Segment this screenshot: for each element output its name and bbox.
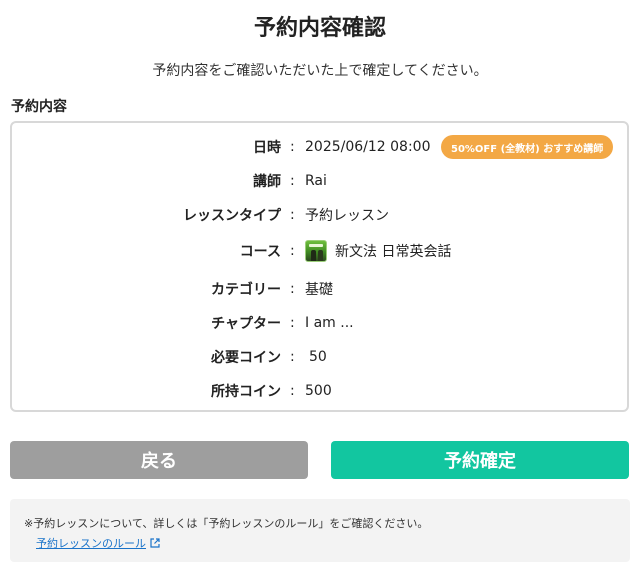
back-button[interactable]: 戻る: [10, 441, 308, 479]
owned-coins-colon: :: [290, 383, 295, 399]
lesson-type-value: 予約レッスン: [305, 208, 389, 224]
course-value-wrap: 新文法 日常英会話: [305, 240, 451, 262]
row-lesson-type: レッスンタイプ : 予約レッスン: [12, 201, 627, 229]
rules-link[interactable]: 予約レッスンのルール: [36, 535, 160, 551]
chapter-value: I am ...: [305, 315, 354, 331]
teacher-label: 講師: [253, 174, 281, 190]
row-datetime: 日時 : 2025/06/12 08:00 50%OFF (全教材) おすすめ講…: [12, 133, 627, 161]
discount-badge: 50%OFF (全教材) おすすめ講師: [441, 135, 614, 159]
row-category: カテゴリー : 基礎: [12, 275, 627, 303]
note-box: ※予約レッスンについて、詳しくは「予約レッスンのルール」をご確認ください。 予約…: [10, 499, 630, 562]
section-label: 予約内容: [11, 99, 67, 115]
row-course: コース : 新文法 日常英会話: [12, 237, 627, 265]
teacher-colon: :: [290, 173, 295, 189]
category-value: 基礎: [305, 282, 333, 298]
row-teacher: 講師 : Rai: [12, 167, 627, 195]
required-coins-label: 必要コイン: [211, 350, 281, 366]
datetime-colon: :: [290, 139, 295, 155]
teacher-value: Rai: [305, 173, 327, 189]
note-text: ※予約レッスンについて、詳しくは「予約レッスンのルール」をご確認ください。: [24, 517, 429, 530]
course-label: コース: [239, 244, 281, 260]
course-thumbnail-icon: [305, 240, 327, 262]
course-colon: :: [290, 243, 295, 259]
owned-coins-value: 500: [305, 383, 332, 399]
confirm-reservation-button[interactable]: 予約確定: [331, 441, 629, 479]
lesson-type-colon: :: [290, 207, 295, 223]
lesson-type-label: レッスンタイプ: [183, 208, 281, 224]
datetime-label: 日時: [253, 140, 281, 156]
row-chapter: チャプター : I am ...: [12, 309, 627, 337]
category-label: カテゴリー: [211, 282, 281, 298]
required-coins-colon: :: [290, 349, 295, 365]
external-link-icon: [150, 538, 160, 548]
row-required-coins: 必要コイン : 50: [12, 343, 627, 371]
required-coins-value: 50: [309, 349, 327, 365]
owned-coins-label: 所持コイン: [211, 384, 281, 400]
rules-link-label: 予約レッスンのルール: [36, 537, 146, 550]
page-subtitle: 予約内容をご確認いただいた上で確定してください。: [152, 63, 488, 79]
page-title: 予約内容確認: [253, 16, 386, 41]
row-owned-coins: 所持コイン : 500: [12, 377, 627, 405]
course-value: 新文法 日常英会話: [335, 244, 452, 260]
reservation-details-card: 日時 : 2025/06/12 08:00 50%OFF (全教材) おすすめ講…: [10, 121, 629, 412]
category-colon: :: [290, 281, 295, 297]
datetime-value: 2025/06/12 08:00: [305, 139, 431, 155]
chapter-label: チャプター: [211, 316, 281, 332]
chapter-colon: :: [290, 315, 295, 331]
